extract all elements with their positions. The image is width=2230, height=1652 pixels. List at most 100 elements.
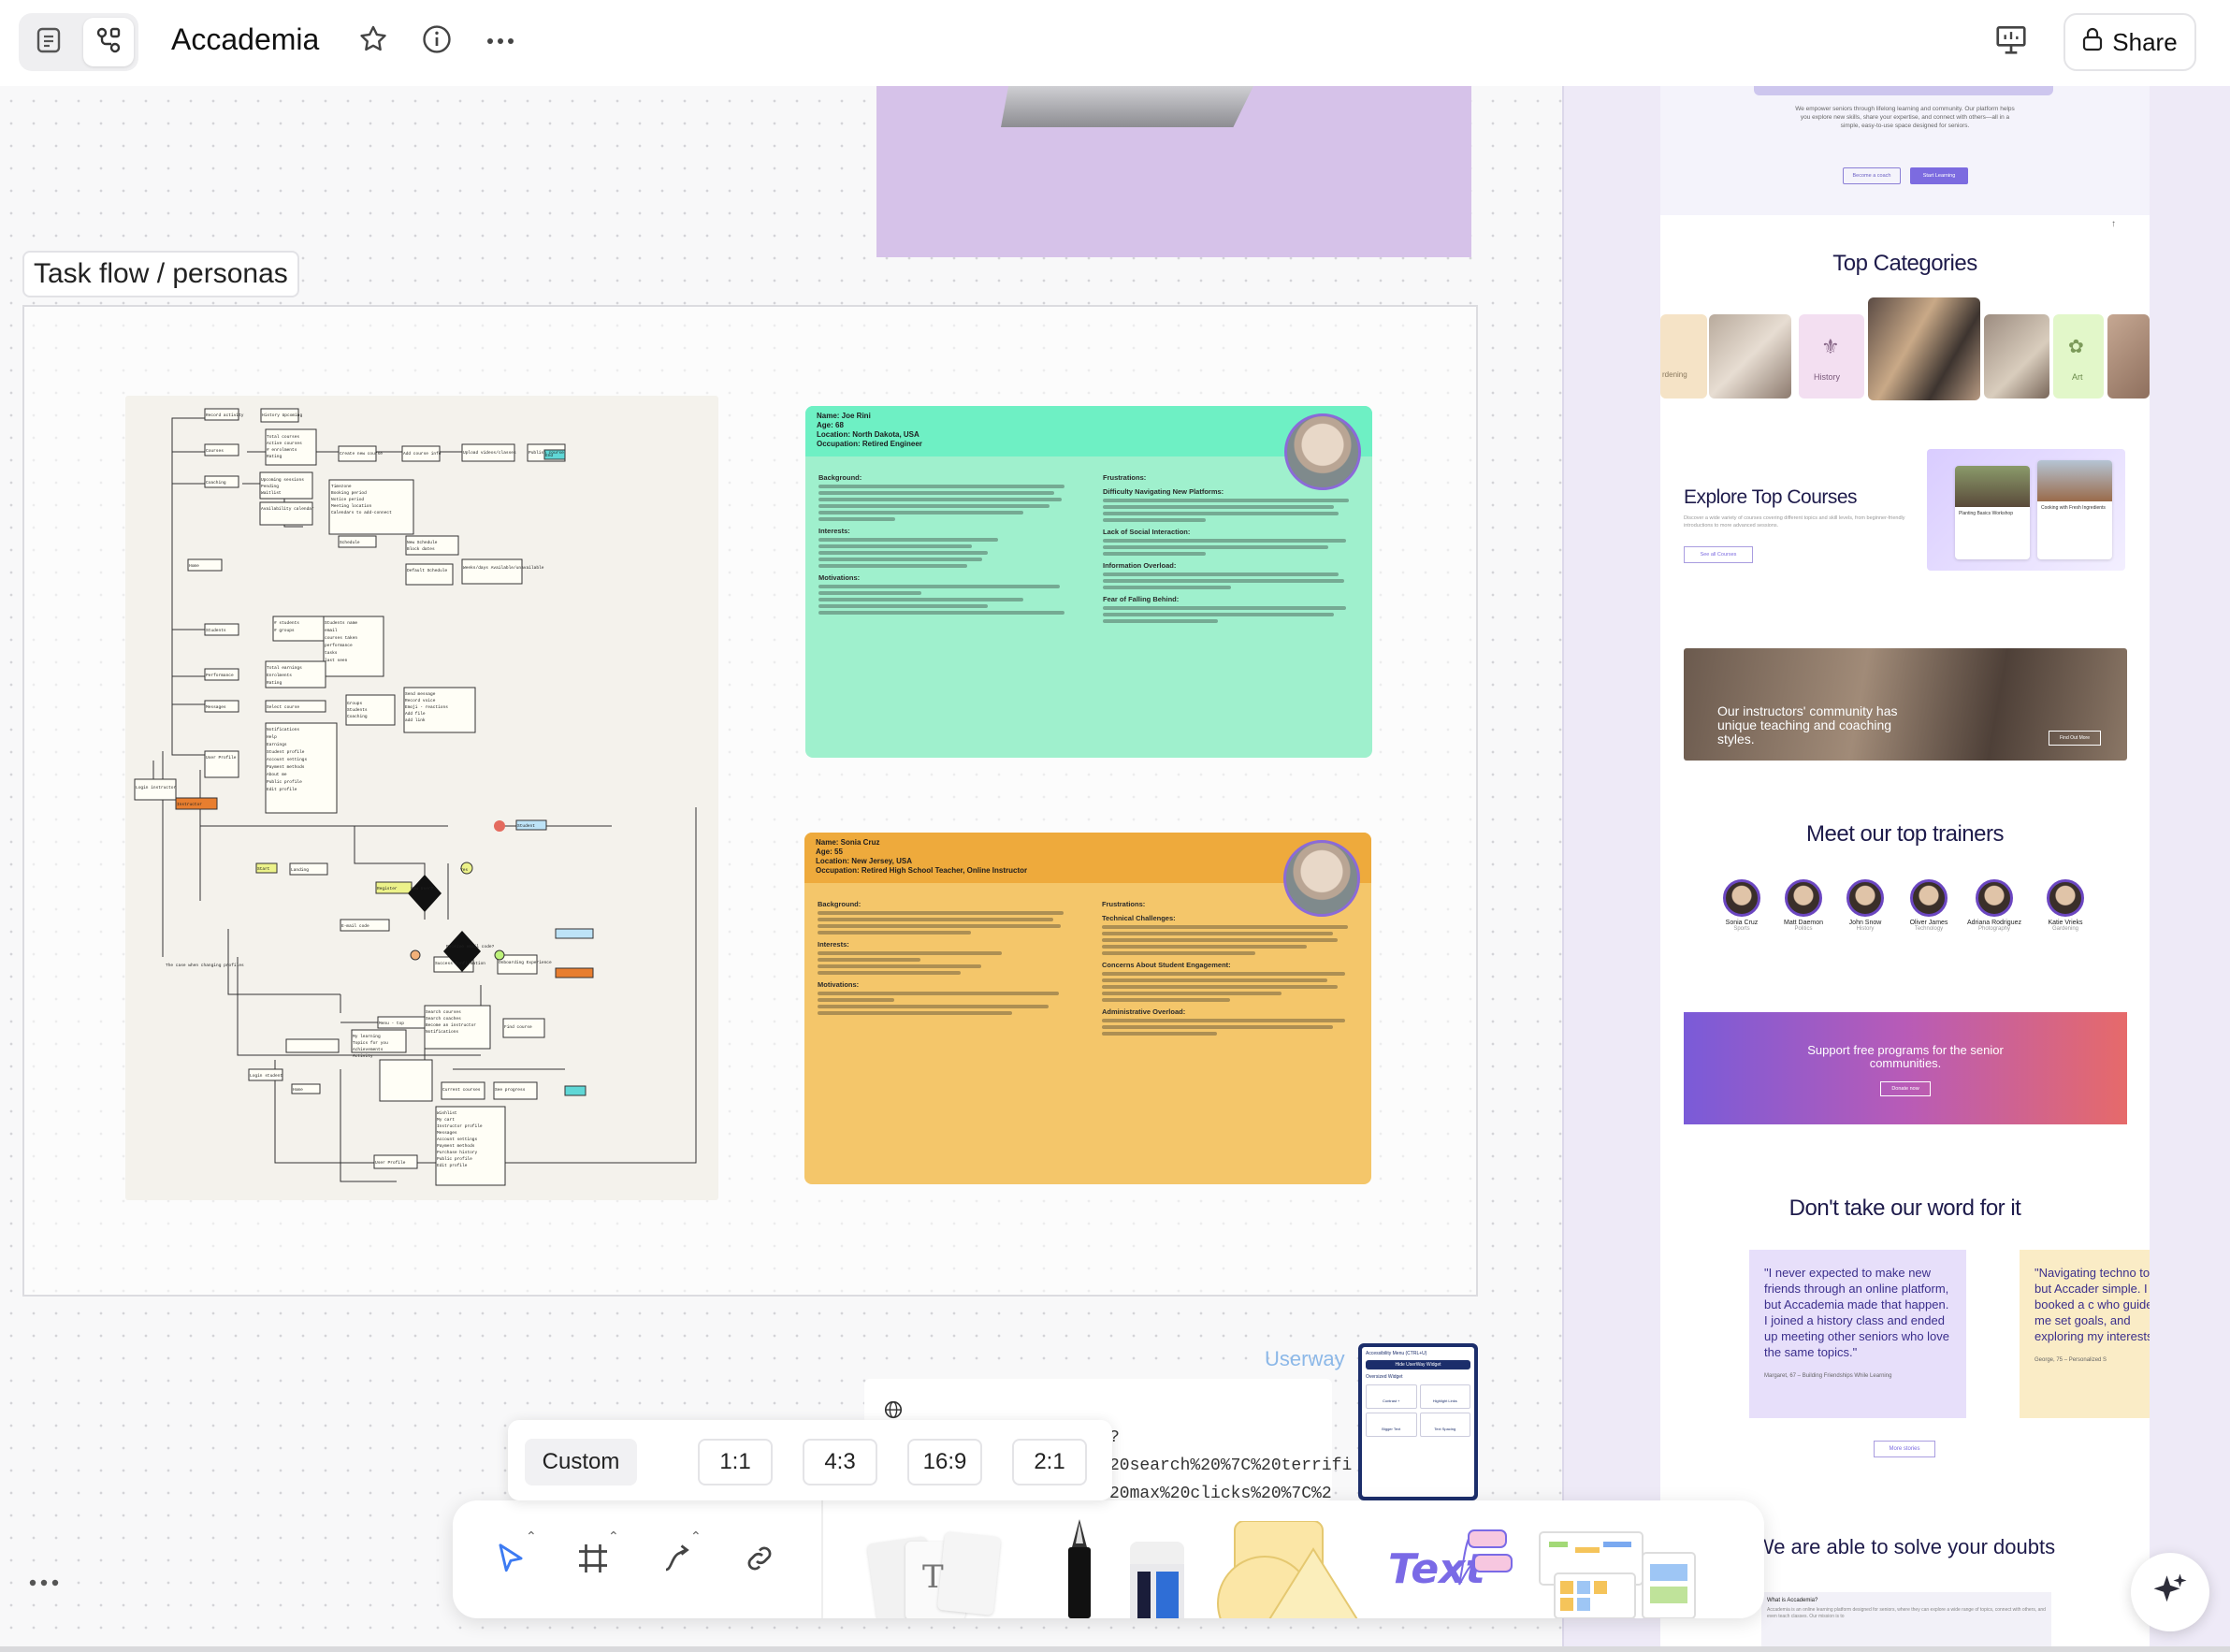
trainer-role: History xyxy=(1856,926,1875,932)
templates-tool[interactable] xyxy=(1538,1525,1697,1618)
category-photo[interactable] xyxy=(1984,314,2049,399)
donate-button[interactable]: Donate now xyxy=(1880,1081,1931,1096)
testimonials-title: Don't take our word for it xyxy=(1788,1196,2021,1221)
testimonial-card[interactable]: "Navigating techno tough, but Accader si… xyxy=(2020,1250,2150,1418)
aspect-1-1-button[interactable]: 1:1 xyxy=(698,1439,773,1485)
accessibility-item[interactable]: Oversized Widget xyxy=(1366,1374,1470,1380)
link-tool[interactable] xyxy=(733,1534,786,1587)
scroll-top-icon[interactable]: ↑ xyxy=(2111,219,2116,229)
testimonial-card[interactable]: "I never expected to make new friends th… xyxy=(1749,1250,1966,1418)
eraser-tool[interactable] xyxy=(1124,1542,1190,1618)
task-flow-diagram[interactable]: Record activity History Upcoming Courses To… xyxy=(125,396,718,1200)
ellipsis-icon xyxy=(28,1564,60,1593)
flow-node-label: Account settings xyxy=(267,757,308,762)
aspect-4-3-button[interactable]: 4:3 xyxy=(803,1439,877,1485)
text-stickers-tool[interactable]: T xyxy=(866,1527,1008,1618)
caret-icon[interactable]: ⌃ xyxy=(690,1529,702,1544)
frame-icon xyxy=(576,1542,610,1580)
more-menu-button[interactable] xyxy=(28,1564,60,1594)
category-featured[interactable] xyxy=(1868,297,1980,400)
flow-node-label: Login instructor xyxy=(136,785,177,790)
section-heading: Fear of Falling Behind: xyxy=(1103,595,1180,603)
category-art[interactable]: ✿ Art xyxy=(2053,314,2104,399)
flow-node-label: Current courses xyxy=(442,1087,481,1093)
accessibility-item[interactable]: Bigger Text xyxy=(1366,1413,1417,1437)
flow-node-label: Courses xyxy=(206,448,224,454)
accessibility-item[interactable]: Text Spacing xyxy=(1419,1413,1470,1437)
accessibility-item[interactable]: Contrast + xyxy=(1366,1384,1417,1409)
caret-icon[interactable]: ⌃ xyxy=(608,1529,619,1544)
trainer-card[interactable]: Matt Daemon Politics xyxy=(1775,879,1832,932)
flow-node-label: Public profile xyxy=(267,779,302,785)
trainer-card[interactable]: Oliver James Technology xyxy=(1901,879,1957,932)
trainer-card[interactable]: Sonia Cruz Sports xyxy=(1714,879,1770,932)
trainer-card[interactable]: Adriana Rodriguez Photography xyxy=(1966,879,2022,932)
hide-widget-option[interactable]: Hide UserWay Widget xyxy=(1366,1360,1470,1369)
persona-avatar xyxy=(1284,413,1361,490)
flow-node-label: Booking period xyxy=(331,490,367,496)
section-heading: Administrative Overload: xyxy=(1102,1007,1186,1016)
hero-section: We empower seniors through lifelong lear… xyxy=(1660,86,2150,215)
aspect-custom-button[interactable]: Custom xyxy=(525,1439,637,1485)
aspect-2-1-button[interactable]: 2:1 xyxy=(1012,1439,1087,1485)
flow-node-label: Active courses xyxy=(267,441,302,446)
faq-item[interactable]: What is Accademia? Accademia is an onlin… xyxy=(1761,1592,2051,1652)
faq-question: What is Accademia? xyxy=(1767,1598,1818,1603)
flow-node-label: My cart xyxy=(437,1117,455,1123)
flow-node-label: My learning xyxy=(353,1034,381,1039)
website-mockup[interactable]: We empower seniors through lifelong lear… xyxy=(1660,86,2150,1652)
flow-node-label: tasks xyxy=(325,650,338,656)
ai-assistant-button[interactable] xyxy=(2131,1553,2209,1631)
pen-tool[interactable] xyxy=(1061,1519,1098,1618)
section-heading: Interests: xyxy=(818,940,849,949)
course-cards-preview[interactable]: Planting Basics Workshop Cooking with Fr… xyxy=(1927,449,2125,571)
trainer-card[interactable]: Katie Vrieks Gardening xyxy=(2037,879,2093,932)
flow-node-label: Achievements xyxy=(353,1047,384,1052)
eraser-icon xyxy=(1124,1542,1190,1618)
see-all-courses-button[interactable]: See all Courses xyxy=(1684,546,1753,563)
shapes-tool[interactable] xyxy=(1210,1520,1369,1618)
flow-node-label: New User? xyxy=(411,886,434,891)
sparkle-icon xyxy=(2150,1571,2190,1615)
caret-icon[interactable]: ⌃ xyxy=(526,1529,537,1544)
more-stories-button[interactable]: More stories xyxy=(1874,1441,1935,1457)
cursor-icon xyxy=(493,1540,529,1582)
persona-card-joe[interactable]: Name: Joe Rini Age: 68 Location: North D… xyxy=(805,406,1372,758)
flow-node-label: Find course xyxy=(504,1024,532,1030)
trainer-card[interactable]: John Snow History xyxy=(1837,879,1893,932)
aspect-16-9-button[interactable]: 16:9 xyxy=(907,1439,982,1485)
testimonial-quote: "I never expected to make new friends th… xyxy=(1764,1266,1950,1359)
become-coach-button[interactable]: Become a coach xyxy=(1843,167,1901,184)
flow-node-label: Waitlist xyxy=(261,490,282,496)
userway-label: Userway xyxy=(1265,1347,1345,1370)
category-photo[interactable] xyxy=(2107,314,2150,399)
find-out-more-button[interactable]: Find Out More xyxy=(2049,731,2101,746)
document-view-button[interactable] xyxy=(23,18,74,66)
canvas-view-button[interactable] xyxy=(83,18,134,66)
category-history[interactable]: ⚜ History xyxy=(1799,314,1864,399)
favorite-button[interactable] xyxy=(355,22,392,60)
category-gardening[interactable]: rdening xyxy=(1660,314,1707,399)
flow-node-label: Select course xyxy=(267,704,299,710)
flow-node-label: End xyxy=(545,453,553,458)
persona-card-sonia[interactable]: Name: Sonia Cruz Age: 55 Location: New J… xyxy=(804,833,1371,1184)
flow-node-label: Login student xyxy=(250,1073,282,1079)
category-photo[interactable] xyxy=(1709,314,1791,399)
pen-icon xyxy=(1061,1519,1098,1618)
more-options-button[interactable] xyxy=(482,22,519,60)
flow-node-label: Account settings xyxy=(437,1137,478,1142)
frame-label[interactable]: Task flow / personas xyxy=(22,251,299,297)
support-banner[interactable]: Support free programs for the senior com… xyxy=(1684,1012,2127,1124)
flow-node-label: Landing xyxy=(291,867,309,873)
shapes-icon xyxy=(1210,1520,1369,1618)
accessibility-item[interactable]: Highlight Links xyxy=(1419,1384,1470,1409)
accessibility-panel[interactable]: Accessibility Menu (CTRL+U) Hide UserWay… xyxy=(1358,1343,1478,1500)
present-button[interactable] xyxy=(1991,21,2032,62)
text-tool[interactable]: Text xyxy=(1388,1529,1519,1618)
start-learning-button[interactable]: Start Learning xyxy=(1910,167,1968,184)
share-button[interactable]: Share xyxy=(2063,13,2196,71)
info-button[interactable] xyxy=(418,22,456,60)
flow-node-label: Performance xyxy=(206,673,234,678)
instructors-banner[interactable]: Our instructors' community has unique te… xyxy=(1684,648,2127,761)
flow-node-label: History Upcoming xyxy=(262,413,303,418)
